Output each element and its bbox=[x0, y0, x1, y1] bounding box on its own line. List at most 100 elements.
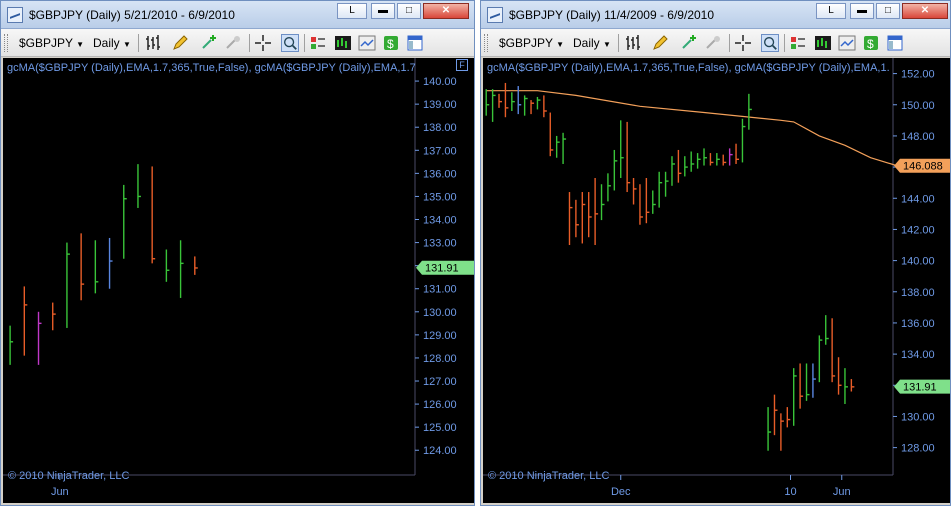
dollar-icon[interactable]: $ bbox=[382, 34, 400, 52]
price-bar bbox=[658, 171, 663, 208]
price-bar bbox=[581, 192, 586, 244]
price-bar bbox=[844, 368, 848, 404]
instrument-selector[interactable]: $GBPJPY ▼ bbox=[499, 34, 564, 52]
toolbar-grip[interactable] bbox=[484, 34, 488, 52]
price-bar bbox=[620, 120, 624, 179]
strategy-icon[interactable] bbox=[309, 34, 327, 52]
x-tick-label: Jun bbox=[833, 486, 851, 498]
zoom-icon[interactable] bbox=[281, 34, 299, 52]
add-indicator-icon[interactable] bbox=[201, 34, 219, 52]
chart-style-icon[interactable] bbox=[814, 34, 832, 52]
y-tick-label: 144.00 bbox=[901, 193, 935, 205]
toolbar-separator bbox=[618, 34, 619, 52]
price-bar bbox=[94, 240, 99, 294]
remove-indicator-icon[interactable] bbox=[705, 34, 723, 52]
bar-type-icon[interactable] bbox=[144, 34, 162, 52]
x-tick-label: Dec bbox=[611, 486, 631, 498]
chart-properties-icon[interactable] bbox=[358, 34, 376, 52]
chart-panel[interactable]: 140.00 139.00 138.00 137.00 136.00 135.00 134.… bbox=[3, 58, 474, 503]
price-bar bbox=[664, 171, 669, 197]
price-bar bbox=[80, 233, 85, 301]
chevron-down-icon: ▼ bbox=[76, 40, 85, 49]
price-bar bbox=[562, 132, 567, 164]
chart-toolbar: $GBPJPY ▼ Daily ▼ $ bbox=[1, 29, 474, 57]
title-bar[interactable]: $GBPJPY (Daily) 5/21/2010 - 6/9/2010 L ▬… bbox=[1, 1, 474, 29]
y-tick-label: 150.00 bbox=[901, 100, 935, 112]
link-button[interactable]: L bbox=[816, 3, 846, 19]
price-bar bbox=[831, 318, 836, 383]
add-indicator-icon[interactable] bbox=[681, 34, 699, 52]
x-tick-label: 10 bbox=[784, 486, 796, 498]
price-chart: 152.00150.00148.00146.00144.00142.00140.… bbox=[483, 58, 950, 498]
drawing-pencil-icon[interactable] bbox=[651, 34, 669, 52]
minimize-button[interactable]: ▬ bbox=[850, 3, 874, 19]
price-bar bbox=[594, 178, 599, 246]
chart-panel[interactable]: 152.00150.00148.00146.00144.00142.00140.… bbox=[483, 58, 950, 503]
price-bar bbox=[837, 357, 842, 395]
price-marker-badge: 146.088 bbox=[894, 158, 950, 173]
bar-type-icon[interactable] bbox=[624, 34, 642, 52]
window-layout-icon[interactable] bbox=[406, 34, 424, 52]
dollar-icon[interactable]: $ bbox=[862, 34, 880, 52]
y-tick-label: 127.00 bbox=[423, 376, 457, 388]
window-layout-icon[interactable] bbox=[886, 34, 904, 52]
remove-indicator-icon[interactable] bbox=[225, 34, 243, 52]
y-tick-label: 136.00 bbox=[901, 318, 935, 330]
interval-selector[interactable]: Daily ▼ bbox=[93, 34, 131, 52]
price-bar bbox=[626, 121, 631, 193]
y-tick-label: 148.00 bbox=[901, 131, 935, 143]
price-bar bbox=[194, 256, 198, 275]
price-bar bbox=[491, 89, 496, 122]
instrument-label: $GBPJPY bbox=[499, 36, 553, 50]
crosshair-icon[interactable] bbox=[734, 34, 752, 52]
price-bar bbox=[639, 184, 643, 225]
interval-selector[interactable]: Daily ▼ bbox=[573, 34, 611, 52]
instrument-selector[interactable]: $GBPJPY ▼ bbox=[19, 34, 84, 52]
title-bar[interactable]: $GBPJPY (Daily) 11/4/2009 - 6/9/2010 L ▬… bbox=[481, 1, 950, 29]
x-tick-label: Jun bbox=[51, 486, 69, 498]
price-bar bbox=[123, 184, 127, 259]
y-tick-label: 125.00 bbox=[423, 422, 457, 434]
close-button[interactable]: ✕ bbox=[902, 3, 948, 19]
price-bar bbox=[543, 95, 547, 118]
price-bar bbox=[568, 192, 573, 246]
chart-window-right[interactable]: $GBPJPY (Daily) 11/4/2009 - 6/9/2010 L ▬… bbox=[480, 0, 951, 506]
zoom-icon[interactable] bbox=[761, 34, 779, 52]
price-bar bbox=[600, 184, 605, 221]
price-bar bbox=[799, 363, 804, 409]
price-bar bbox=[511, 92, 515, 111]
window-title: $GBPJPY (Daily) 5/21/2010 - 6/9/2010 bbox=[29, 8, 235, 22]
price-bar bbox=[37, 311, 42, 365]
minimize-button[interactable]: ▬ bbox=[371, 3, 395, 19]
y-tick-label: 131.00 bbox=[423, 284, 457, 296]
price-bar bbox=[645, 178, 650, 224]
price-bar bbox=[536, 96, 541, 110]
price-bar bbox=[735, 143, 740, 164]
indicator-caption: gcMA($GBPJPY (Daily),EMA,1.7,365,True,Fa… bbox=[487, 62, 890, 74]
copyright-text: © 2010 NinjaTrader, LLC bbox=[488, 470, 610, 482]
price-bar bbox=[498, 93, 503, 108]
indicator-caption: gcMA($GBPJPY (Daily),EMA,1.7,365,True,Fa… bbox=[7, 62, 416, 74]
price-bar bbox=[555, 135, 560, 158]
toolbar-separator bbox=[729, 34, 730, 52]
price-bar bbox=[671, 156, 675, 186]
chart-style-icon[interactable] bbox=[334, 34, 352, 52]
maximize-button[interactable]: □ bbox=[397, 3, 421, 19]
chevron-down-icon: ▼ bbox=[603, 40, 611, 49]
price-bar bbox=[696, 153, 701, 169]
strategy-icon[interactable] bbox=[789, 34, 807, 52]
toolbar-grip[interactable] bbox=[4, 34, 8, 52]
chart-properties-icon[interactable] bbox=[838, 34, 856, 52]
price-bar bbox=[530, 100, 535, 115]
price-bar bbox=[684, 156, 688, 177]
close-button[interactable]: ✕ bbox=[423, 3, 469, 19]
price-bar bbox=[690, 151, 695, 172]
link-button[interactable]: L bbox=[337, 3, 367, 19]
floating-panel-toggle[interactable]: F bbox=[456, 59, 468, 71]
chevron-down-icon: ▼ bbox=[123, 40, 131, 49]
crosshair-icon[interactable] bbox=[254, 34, 272, 52]
maximize-button[interactable]: □ bbox=[876, 3, 900, 19]
instrument-label: $GBPJPY bbox=[19, 36, 73, 50]
drawing-pencil-icon[interactable] bbox=[171, 34, 189, 52]
chart-window-left[interactable]: $GBPJPY (Daily) 5/21/2010 - 6/9/2010 L ▬… bbox=[0, 0, 475, 506]
